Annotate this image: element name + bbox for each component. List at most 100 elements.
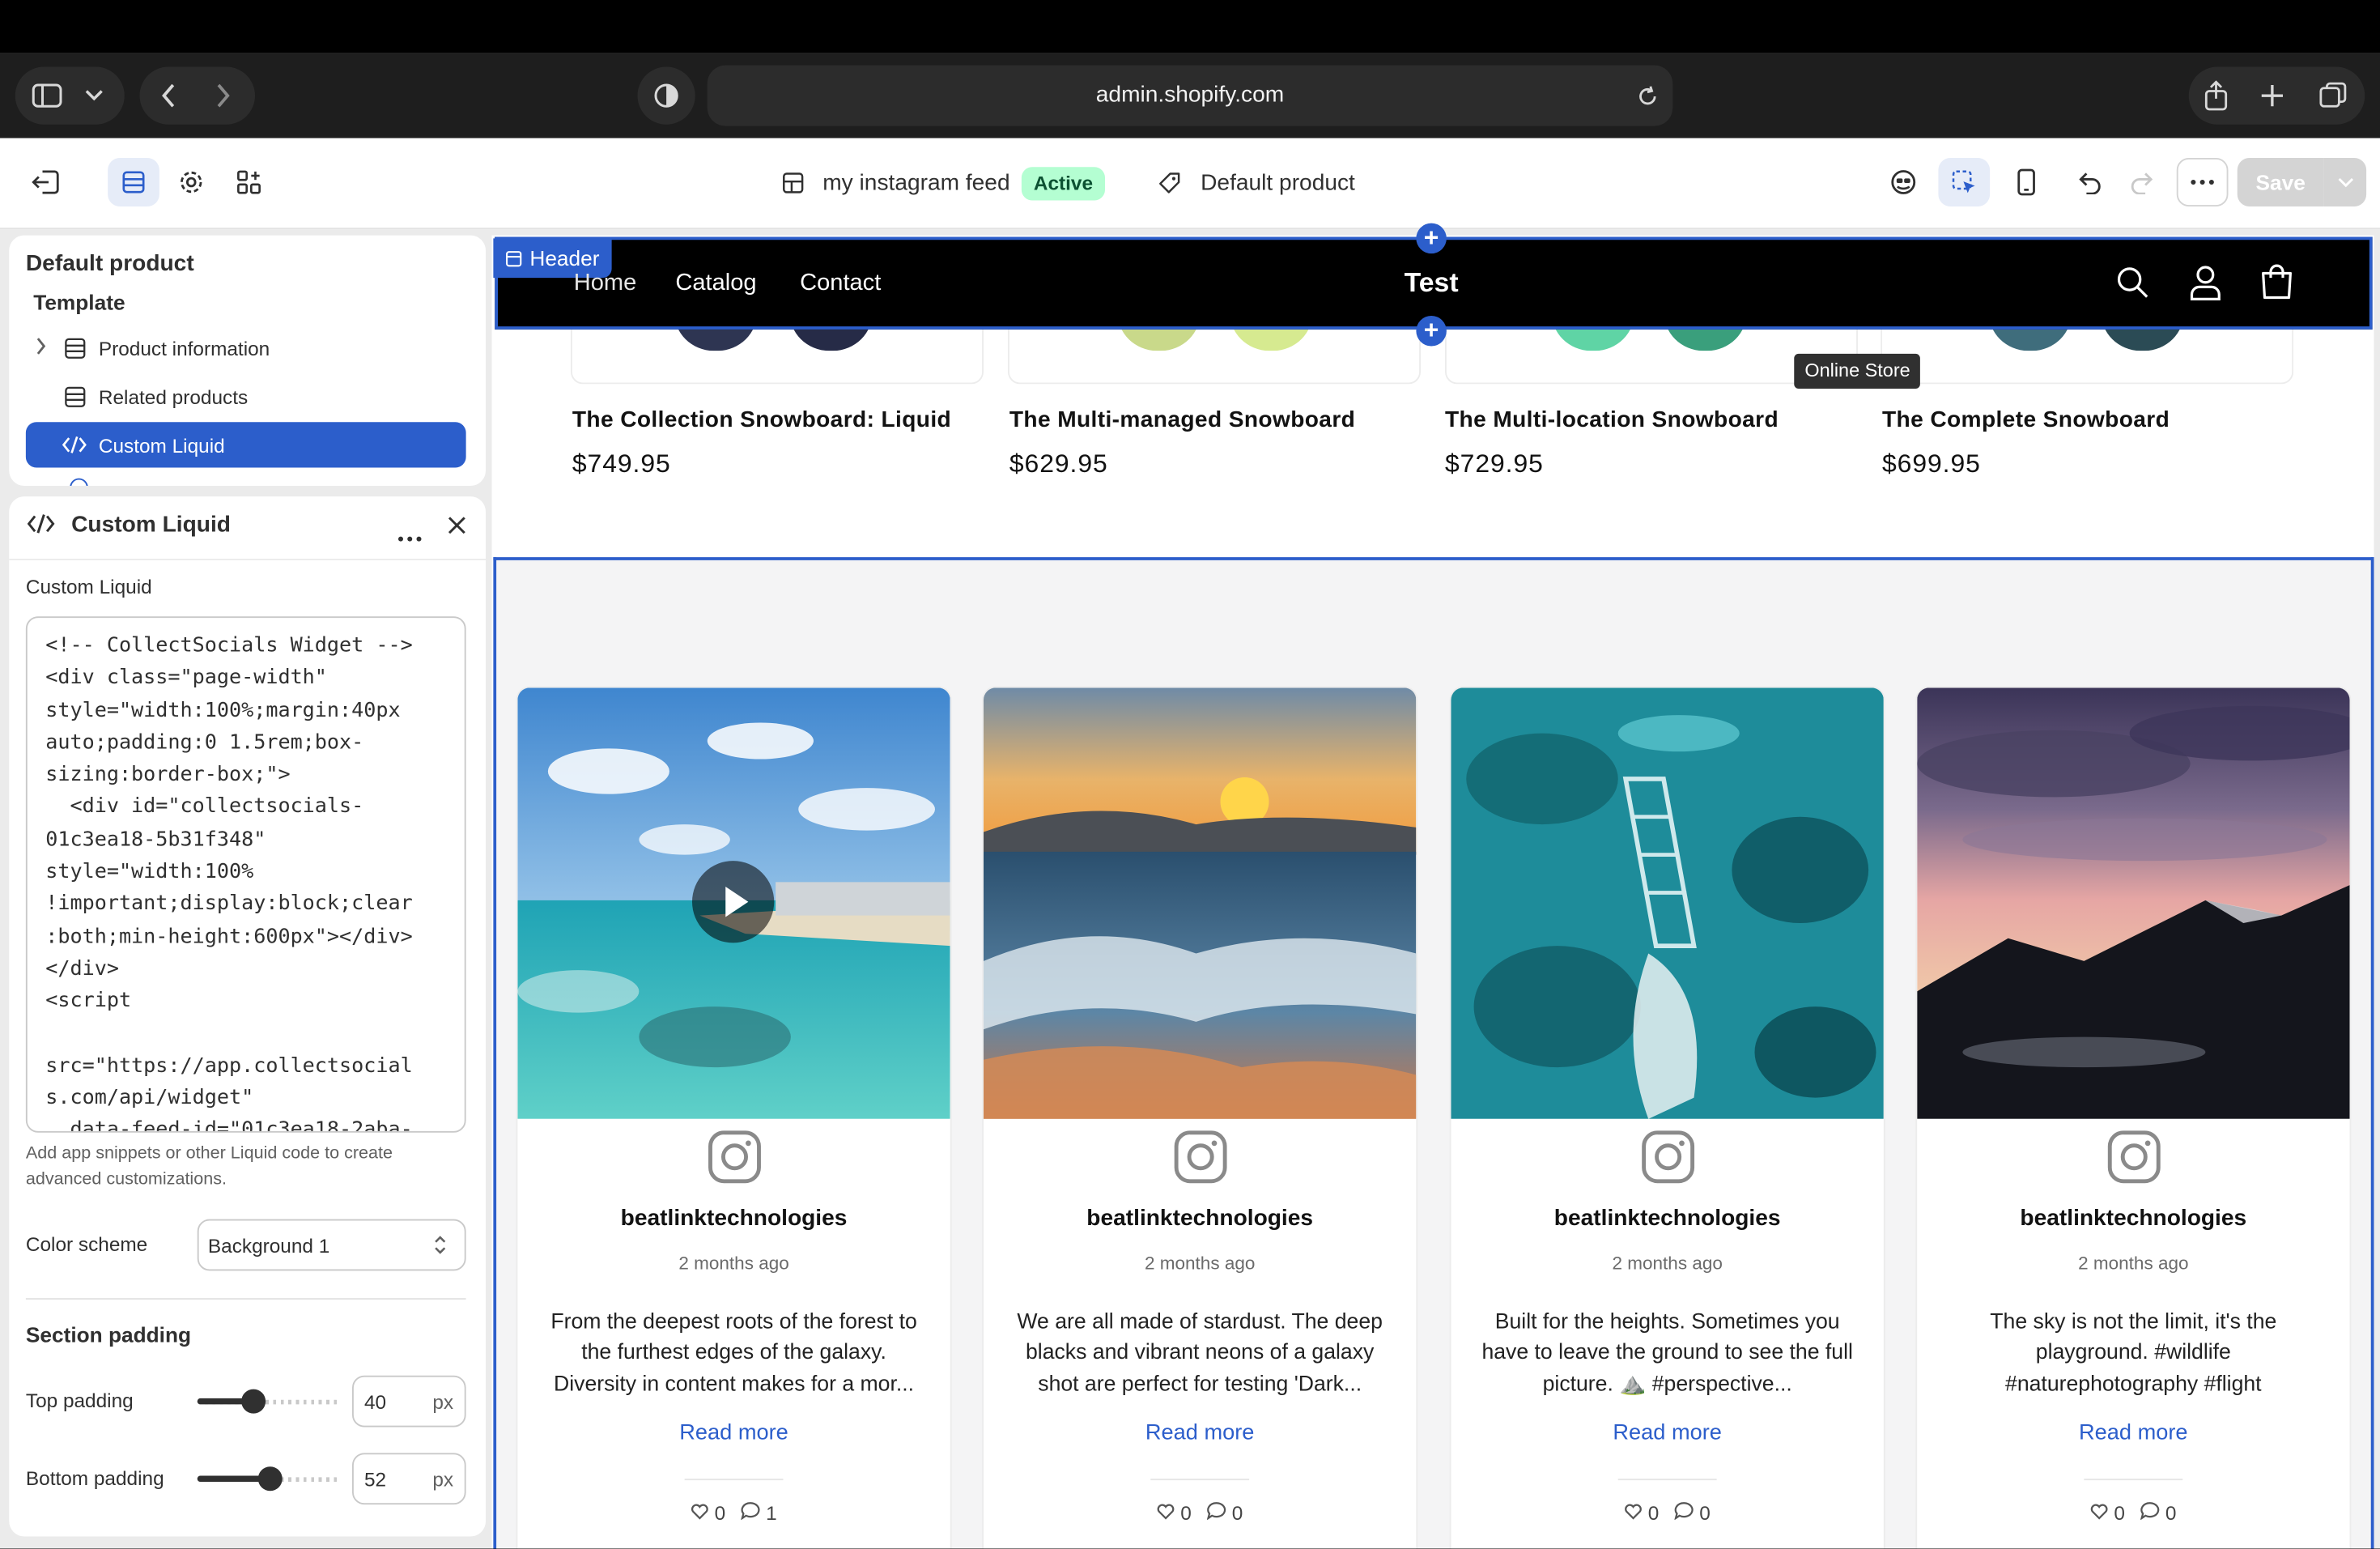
nav-link-contact[interactable]: Contact [800, 270, 881, 298]
instagram-icon [708, 1130, 761, 1184]
reload-icon[interactable] [1634, 82, 1661, 109]
post-username[interactable]: beatlinktechnologies [1917, 1206, 2349, 1232]
post-caption: We are all made of stardust. The deep bl… [1017, 1310, 1383, 1397]
theme-name[interactable]: my instagram feed [822, 170, 1009, 196]
unit-label: px [432, 1390, 454, 1414]
tab-overview-icon[interactable] [2316, 79, 2349, 113]
status-badge: Active [1021, 167, 1106, 201]
comments: 1 [741, 1501, 777, 1525]
add-block-icon[interactable] [70, 478, 88, 486]
add-section-above-icon[interactable]: + [1416, 223, 1447, 254]
read-more-link[interactable]: Read more [1917, 1421, 2349, 1445]
app-blocks-icon[interactable] [231, 165, 267, 198]
section-icon [62, 335, 87, 360]
share-icon[interactable] [2201, 79, 2232, 113]
post-username[interactable]: beatlinktechnologies [517, 1206, 950, 1232]
chevron-down-icon [2337, 177, 2353, 187]
post-stats: 0 0 [1451, 1501, 1884, 1525]
post-username[interactable]: beatlinktechnologies [984, 1206, 1416, 1232]
post-username[interactable]: beatlinktechnologies [1451, 1206, 1884, 1232]
post-caption: The sky is not the limit, it's the playg… [1990, 1310, 2277, 1397]
nav-link-catalog[interactable]: Catalog [675, 270, 756, 298]
address-bar-url[interactable]: admin.shopify.com [708, 66, 1673, 126]
chevron-down-icon[interactable] [82, 80, 106, 111]
custom-liquid-code-editor[interactable]: <!-- CollectSocials Widget --> <div clas… [25, 616, 466, 1133]
product-card-image[interactable] [1881, 329, 2294, 385]
comment-icon [1674, 1502, 1694, 1521]
add-section-below-icon[interactable]: + [1416, 316, 1447, 347]
top-padding-slider-thumb[interactable] [241, 1389, 266, 1414]
mobile-preview-icon[interactable] [2010, 165, 2043, 198]
post-timestamp: 2 months ago [1145, 1252, 1256, 1275]
play-button[interactable] [692, 861, 775, 943]
top-padding-value[interactable]: 40 [364, 1391, 386, 1414]
sections-icon[interactable] [108, 158, 159, 206]
account-icon[interactable] [2189, 264, 2222, 308]
post-timestamp: 2 months ago [1612, 1252, 1723, 1275]
contrast-icon[interactable] [651, 80, 682, 111]
section-padding-heading: Section padding [25, 1322, 192, 1347]
divider [2084, 1479, 2183, 1481]
new-tab-icon[interactable] [2257, 79, 2288, 113]
post-image-mountain-dusk[interactable] [1917, 687, 2350, 1119]
back-arrow-icon[interactable] [155, 80, 182, 111]
nav-link-home[interactable]: Home [574, 270, 637, 298]
close-icon[interactable] [448, 515, 466, 543]
product-price: $629.95 [1009, 449, 1108, 479]
sidebar-item-product-information[interactable]: Product information [26, 325, 466, 370]
forward-arrow-icon[interactable] [210, 80, 237, 111]
select-cursor-icon[interactable] [1938, 158, 1991, 206]
template-heading: Template [33, 290, 125, 315]
save-options-button[interactable] [2323, 158, 2367, 206]
color-scheme-select[interactable]: Background 1 [197, 1219, 466, 1271]
bottom-padding-value[interactable]: 52 [364, 1468, 386, 1491]
section-icon [506, 250, 522, 266]
product-title[interactable]: The Collection Snowboard: Liquid [572, 407, 951, 433]
layout-icon [779, 168, 806, 196]
bottom-padding-slider-thumb[interactable] [257, 1466, 283, 1492]
read-more-link[interactable]: Read more [517, 1421, 950, 1445]
comments: 0 [1206, 1501, 1243, 1525]
sidebar-item-label: Product information [98, 336, 270, 360]
store-logo[interactable]: Test [1366, 267, 1497, 299]
search-icon[interactable] [2116, 266, 2149, 307]
sidebar-item-label: Related products [98, 385, 249, 408]
gear-icon[interactable] [173, 165, 210, 198]
product-title[interactable]: The Multi-location Snowboard [1445, 407, 1779, 433]
undo-icon[interactable] [2072, 165, 2105, 198]
exit-icon[interactable] [28, 165, 64, 198]
play-icon [725, 887, 749, 917]
top-padding-input[interactable]: 40 px [352, 1375, 466, 1428]
product-card-image[interactable] [1008, 329, 1421, 385]
product-price: $749.95 [572, 449, 671, 479]
address-bar[interactable]: admin.shopify.com [707, 65, 1673, 126]
more-actions-icon[interactable] [2176, 158, 2229, 206]
sidebar-item-custom-liquid[interactable]: Custom Liquid [25, 422, 466, 468]
product-title[interactable]: The Multi-managed Snowboard [1009, 407, 1355, 433]
read-more-link[interactable]: Read more [984, 1421, 1416, 1445]
instagram-post-card[interactable]: beatlinktechnologies 2 months ago From t… [517, 687, 950, 1549]
sidebar-item-related-products[interactable]: Related products [26, 373, 466, 419]
chevron-right-icon[interactable] [35, 337, 47, 360]
instagram-post-card[interactable]: beatlinktechnologies 2 months ago Built … [1451, 687, 1884, 1549]
post-image-sunset-waves[interactable] [984, 687, 1417, 1119]
divider [1150, 1479, 1250, 1481]
comments-count: 0 [1231, 1501, 1243, 1525]
post-image-aerial-reef[interactable] [1451, 687, 1884, 1119]
bottom-padding-input[interactable]: 52 px [352, 1453, 466, 1505]
product-price: $699.95 [1882, 449, 1981, 479]
code-content[interactable]: <!-- CollectSocials Widget --> <div clas… [45, 630, 455, 1131]
sidebar-icon[interactable] [31, 80, 64, 111]
cart-icon[interactable] [2260, 264, 2293, 308]
product-title[interactable]: The Complete Snowboard [1882, 407, 2170, 433]
product-card-image[interactable] [571, 329, 984, 385]
inspector-icon[interactable] [1887, 165, 1920, 198]
more-options-icon[interactable] [397, 522, 422, 550]
read-more-link[interactable]: Read more [1451, 1421, 1884, 1445]
post-stats: 0 0 [1917, 1501, 2349, 1525]
save-button[interactable]: Save [2237, 158, 2324, 206]
instagram-post-card[interactable]: beatlinktechnologies 2 months ago We are… [984, 687, 1417, 1549]
redo-icon[interactable] [2125, 165, 2158, 198]
instagram-post-card[interactable]: beatlinktechnologies 2 months ago The sk… [1917, 687, 2350, 1549]
template-selector[interactable]: Default product [1201, 170, 1355, 196]
